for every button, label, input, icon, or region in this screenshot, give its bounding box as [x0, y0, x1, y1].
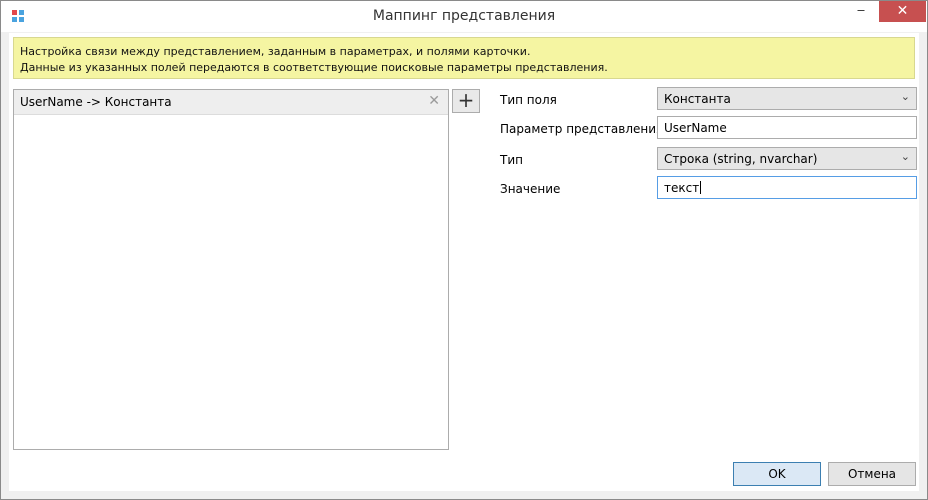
dialog-window: Маппинг представления ‒ ✕ Настройка связ…: [0, 0, 928, 500]
cancel-button[interactable]: Отмена: [828, 462, 916, 486]
type-value: Строка (string, nvarchar): [664, 152, 818, 166]
value-text: текст: [664, 181, 700, 195]
close-icon: ✕: [896, 3, 909, 19]
field-type-label: Тип поля: [500, 93, 557, 107]
value-input[interactable]: текст: [657, 176, 917, 199]
minimize-icon: ‒: [856, 3, 866, 18]
close-button[interactable]: ✕: [879, 1, 926, 22]
field-type-select[interactable]: Константа ⌄: [657, 87, 917, 110]
title-bar[interactable]: Маппинг представления ‒ ✕: [1, 1, 927, 32]
type-label: Тип: [500, 153, 523, 167]
view-param-value: UserName: [664, 121, 727, 135]
type-select[interactable]: Строка (string, nvarchar) ⌄: [657, 147, 917, 170]
minimize-button[interactable]: ‒: [846, 1, 876, 22]
add-mapping-button[interactable]: +: [452, 89, 480, 113]
window-title: Маппинг представления: [372, 8, 556, 24]
list-item[interactable]: UserName -> Константа ✕: [14, 90, 448, 115]
chevron-down-icon: ⌄: [900, 150, 910, 163]
text-caret: [700, 181, 702, 194]
plus-icon: +: [457, 88, 475, 112]
chevron-down-icon: ⌄: [900, 90, 910, 103]
field-type-value: Константа: [664, 92, 731, 106]
mapping-list[interactable]: UserName -> Константа ✕: [13, 89, 449, 450]
view-param-label: Параметр представления: [500, 122, 664, 136]
view-param-input[interactable]: UserName: [657, 116, 917, 139]
info-banner-line-1: Настройка связи между представлением, за…: [20, 45, 531, 58]
value-label: Значение: [500, 182, 561, 196]
mapping-item-label: UserName -> Константа: [20, 95, 172, 109]
info-banner-line-2: Данные из указанных полей передаются в с…: [20, 61, 608, 74]
dialog-content: Настройка связи между представлением, за…: [9, 33, 919, 491]
ok-button[interactable]: OK: [733, 462, 821, 486]
remove-mapping-icon[interactable]: ✕: [428, 93, 440, 109]
info-banner: Настройка связи между представлением, за…: [13, 37, 915, 79]
